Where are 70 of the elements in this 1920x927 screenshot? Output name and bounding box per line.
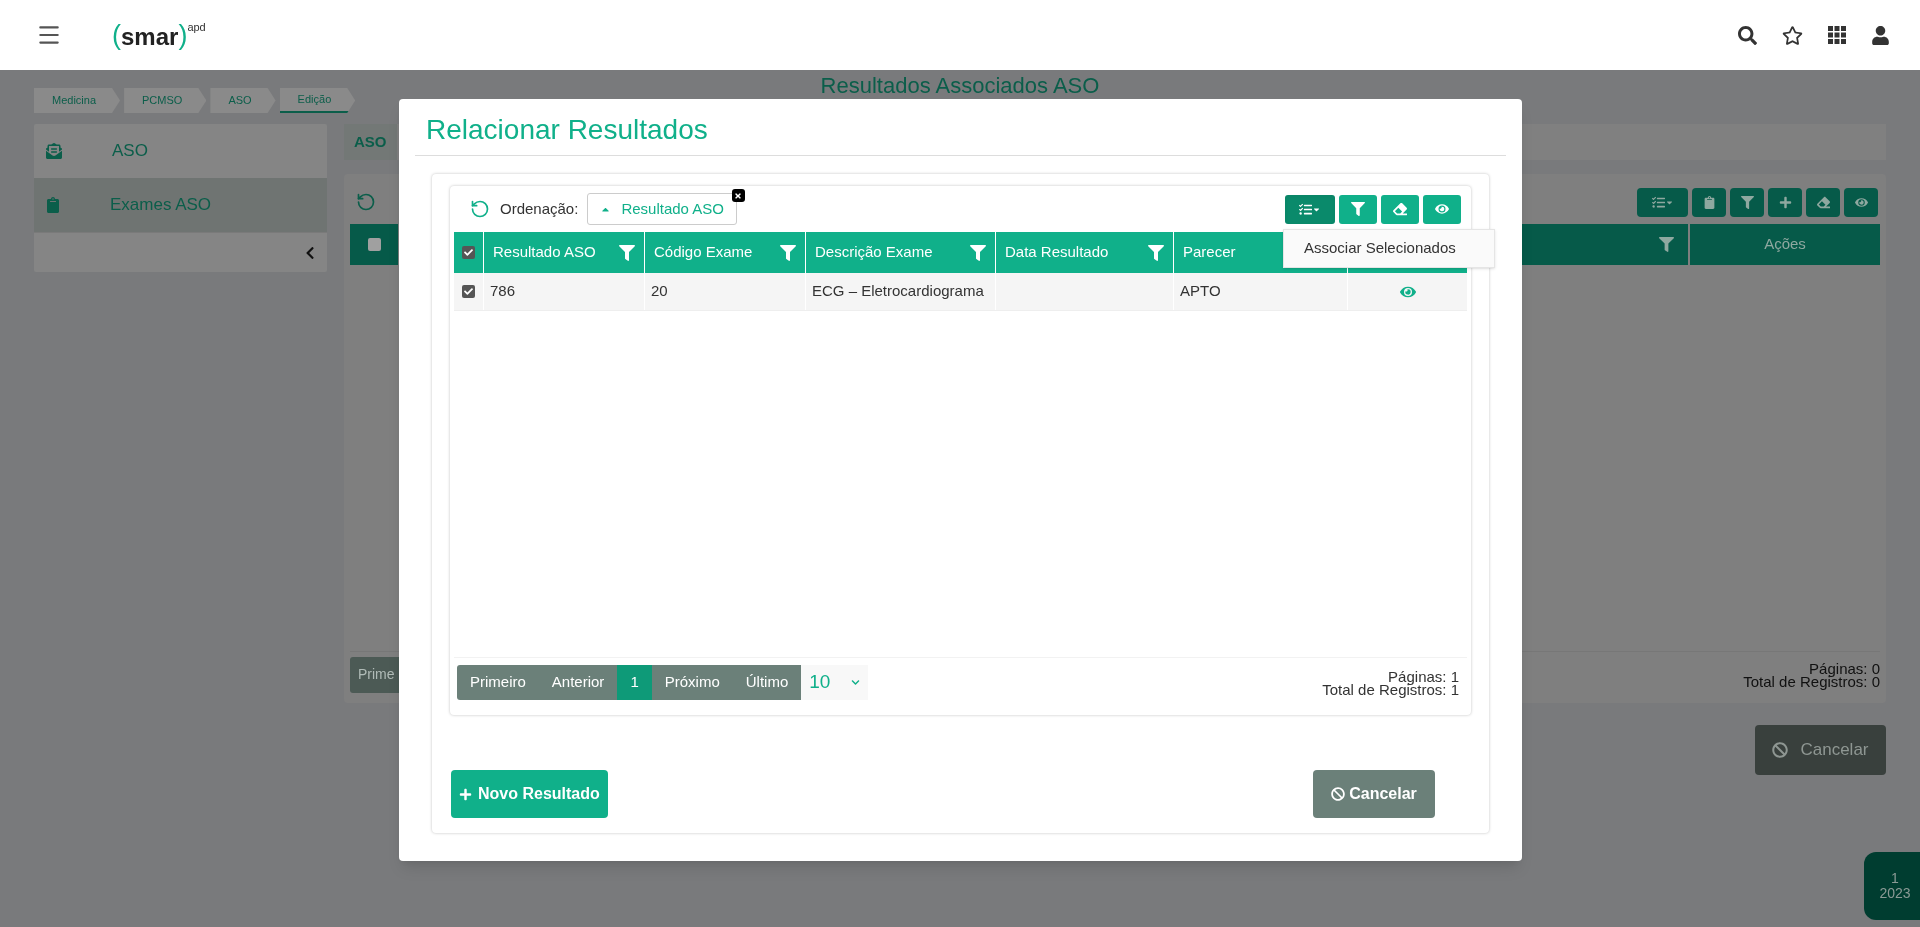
pagination-button[interactable]: Próximo: [651, 665, 733, 700]
table-cell: 20: [645, 273, 806, 310]
search-icon[interactable]: [1738, 25, 1757, 45]
pagination-button[interactable]: Anterior: [538, 665, 618, 700]
filter-icon[interactable]: [970, 244, 986, 261]
sidebar-item[interactable]: Exames ASO: [34, 178, 327, 232]
remove-icon[interactable]: [731, 189, 745, 202]
column-header: Ações: [1763, 234, 1807, 255]
filter-icon: [1351, 202, 1365, 216]
toolbar-button[interactable]: [1768, 187, 1802, 217]
breadcrumb-item[interactable]: ASO: [210, 88, 276, 113]
toolbar-button[interactable]: [1637, 187, 1688, 217]
table-cell: APTO: [1174, 273, 1348, 310]
pages-count: Páginas: 0: [1809, 661, 1880, 675]
list-dropdown-button[interactable]: [1285, 194, 1335, 224]
clipboard-icon: [46, 197, 60, 213]
filter-icon: [1740, 195, 1754, 209]
ban-icon: [1772, 742, 1789, 758]
eraser-icon: [1393, 202, 1407, 216]
filter-icon[interactable]: [780, 244, 796, 261]
user-icon[interactable]: [1871, 25, 1890, 45]
apps-grid-icon[interactable]: [1828, 26, 1846, 44]
chevron-down-icon: [851, 678, 861, 687]
plus-icon: [459, 787, 472, 801]
sort-label: Ordenação:: [500, 198, 579, 219]
toolbar-button[interactable]: [1806, 187, 1840, 217]
eraser-icon: [1816, 195, 1830, 209]
clipboard-icon: [1702, 195, 1716, 209]
pagination-button[interactable]: Primeiro: [457, 665, 539, 700]
modal-title: Relacionar Resultados: [425, 113, 709, 147]
table-cell: 786: [484, 273, 645, 310]
breadcrumb-item[interactable]: Medicina: [34, 88, 121, 113]
envelope-icon: [46, 143, 62, 159]
tab[interactable]: ASO: [344, 124, 397, 160]
eye-icon: [1435, 202, 1449, 216]
cancel-button[interactable]: Cancelar: [1313, 770, 1435, 818]
toolbar-button[interactable]: [1844, 187, 1878, 217]
pagination-button[interactable]: Último: [732, 665, 802, 700]
filter-icon[interactable]: [1148, 244, 1164, 261]
checkbox[interactable]: [462, 246, 475, 259]
undo-icon[interactable]: [356, 192, 376, 212]
page-title: Resultados Associados ASO: [820, 75, 1100, 97]
breadcrumb-item[interactable]: PCMSO: [124, 88, 207, 113]
pagination-button[interactable]: 1: [617, 665, 652, 700]
eraser-button[interactable]: [1381, 194, 1419, 224]
page-size-select[interactable]: 10: [801, 665, 869, 700]
view-button[interactable]: [1423, 194, 1461, 224]
pages-count: Páginas: 1: [1388, 669, 1459, 683]
sidebar-item[interactable]: ASO: [34, 124, 327, 178]
sort-chip[interactable]: Resultado ASO: [587, 193, 737, 225]
eye-icon: [1854, 195, 1868, 209]
new-result-button[interactable]: Novo Resultado: [451, 770, 608, 818]
ban-icon: [1331, 787, 1346, 801]
checklist-icon: [1299, 202, 1312, 216]
checkbox[interactable]: [367, 238, 381, 251]
toolbar-button[interactable]: [1730, 187, 1764, 217]
year-badge[interactable]: 1 2023: [1864, 852, 1920, 920]
cancel-button[interactable]: Cancelar: [1755, 725, 1886, 775]
star-icon[interactable]: [1782, 24, 1803, 46]
table-cell: ECG – Eletrocardiograma: [806, 273, 996, 310]
pagination-button[interactable]: Prime: [350, 656, 399, 693]
filter-button[interactable]: [1339, 194, 1377, 224]
checkbox[interactable]: [462, 285, 475, 298]
filter-icon[interactable]: [619, 244, 635, 261]
breadcrumb-item[interactable]: Edição: [279, 88, 356, 113]
toolbar-button[interactable]: [1692, 187, 1726, 217]
plus-icon: [1778, 195, 1792, 209]
filter-icon[interactable]: [1659, 237, 1674, 252]
checklist-icon: [1651, 195, 1665, 209]
undo-icon[interactable]: [470, 199, 490, 219]
